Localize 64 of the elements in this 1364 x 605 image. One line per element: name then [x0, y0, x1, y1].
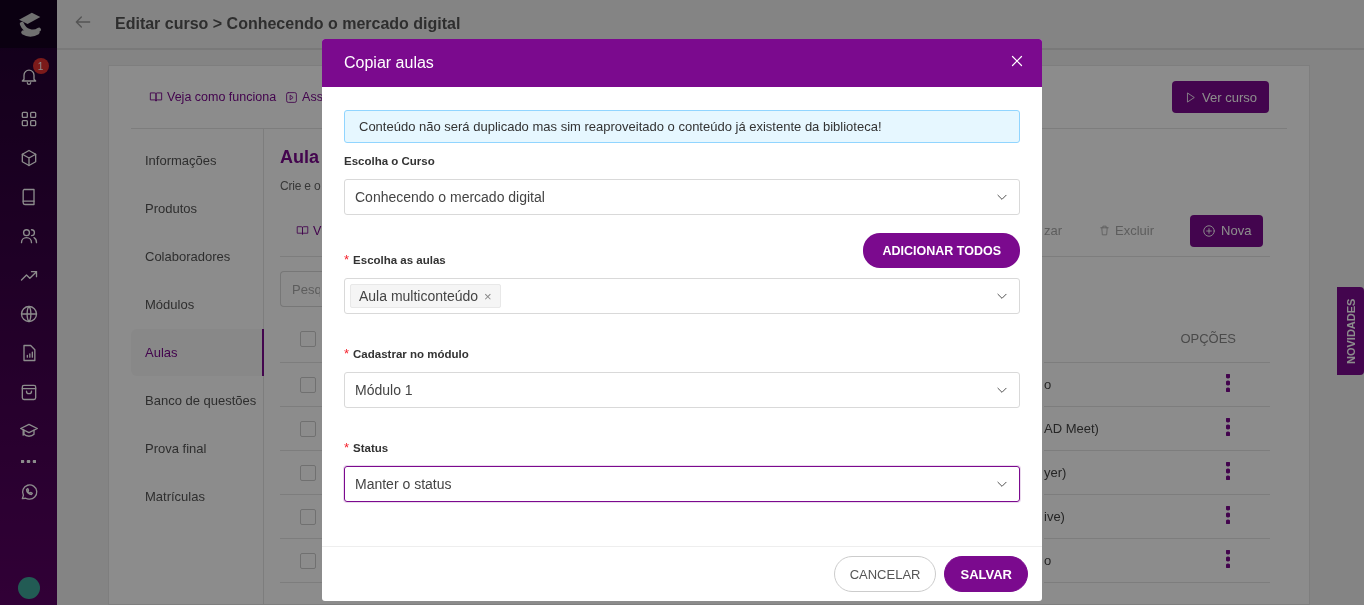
nav-item[interactable]: Módulos — [131, 291, 263, 318]
nav-item[interactable]: Matrículas — [131, 483, 263, 510]
field-label: Escolha as aulas — [353, 254, 446, 268]
nav-item[interactable]: Aulas — [131, 329, 264, 376]
select-field[interactable]: Manter o status — [344, 466, 1020, 502]
field-label: Status — [353, 442, 389, 456]
plus-circle-icon — [1202, 223, 1217, 238]
users-icon — [18, 226, 39, 246]
book-icon — [149, 90, 163, 104]
view-course-button[interactable]: Ver curso — [1172, 81, 1269, 113]
checkbox[interactable] — [300, 420, 316, 437]
select-field[interactable]: Módulo 1 — [344, 372, 1020, 408]
table-cell: yer) — [1044, 465, 1067, 480]
multi-select-field[interactable]: Aula multiconteúdo × — [344, 278, 1020, 314]
help-link[interactable]: Veja como funciona — [149, 90, 277, 104]
help-link[interactable]: Ass — [285, 90, 323, 104]
nav-item[interactable]: Colaboradores — [131, 243, 263, 270]
nav-item[interactable]: Prova final — [131, 435, 263, 462]
table-cell: o — [1044, 553, 1052, 568]
nav-item[interactable]: Produtos — [131, 195, 263, 222]
checkbox[interactable] — [300, 508, 316, 525]
nav-item[interactable]: Informações — [131, 147, 263, 174]
select-field[interactable]: Conhecendo o mercado digital — [344, 179, 1020, 215]
field-label: Escolha o Curso — [344, 155, 436, 169]
checkbox[interactable] — [300, 376, 316, 393]
news-tab[interactable]: NOVIDADES — [1337, 287, 1364, 375]
page-title: Editar curso > Conhecendo o mercado digital — [115, 15, 461, 33]
save-button[interactable]: SALVAR — [944, 556, 1028, 592]
play-icon — [1184, 90, 1198, 104]
kebab-menu-icon — [1226, 506, 1230, 524]
table-cell: AD Meet) — [1044, 421, 1099, 436]
required-mark: * — [344, 252, 350, 267]
globe-icon — [18, 304, 39, 324]
kebab-menu-icon — [1226, 374, 1230, 392]
checkbox[interactable] — [300, 552, 316, 569]
table-cell: ive) — [1044, 509, 1065, 524]
cancel-button[interactable]: CANCELAR — [833, 556, 937, 592]
nav-item[interactable]: Banco de questões — [131, 387, 263, 414]
table-cell: o — [1044, 377, 1052, 392]
add-all-button[interactable]: ADICIONAR TODOS — [863, 233, 1020, 268]
field-label: Cadastrar no módulo — [353, 348, 469, 362]
tag-label: Aula multiconteúdo — [359, 288, 479, 304]
help-link[interactable]: V — [296, 223, 322, 238]
section-title: Aula — [280, 146, 319, 168]
kebab-menu-icon — [1226, 550, 1230, 568]
checkbox[interactable] — [300, 330, 316, 347]
checkbox[interactable] — [300, 464, 316, 481]
required-mark: * — [344, 440, 350, 455]
remove-tag-button[interactable]: × — [484, 288, 492, 304]
new-lesson-button[interactable]: Nova — [1190, 214, 1264, 247]
play-icon — [285, 90, 299, 104]
kebab-menu-icon — [1226, 418, 1230, 436]
required-mark: * — [344, 346, 350, 361]
book-icon — [296, 224, 309, 237]
notification-badge: 1 — [32, 58, 49, 74]
more-icon — [21, 460, 36, 463]
column-header: OPÇÕES — [1180, 331, 1236, 346]
dialog-title: Copiar aulas — [344, 54, 434, 72]
info-alert: Conteúdo não será duplicado mas sim reaproveitado o conteúdo já existente da biblioteca! — [344, 110, 1020, 143]
kebab-menu-icon — [1226, 462, 1230, 480]
section-description: Crie e o — [280, 179, 321, 195]
selected-tag[interactable]: Aula multiconteúdo × — [350, 284, 501, 308]
trash-icon — [1098, 224, 1112, 237]
avatar[interactable] — [17, 577, 40, 599]
